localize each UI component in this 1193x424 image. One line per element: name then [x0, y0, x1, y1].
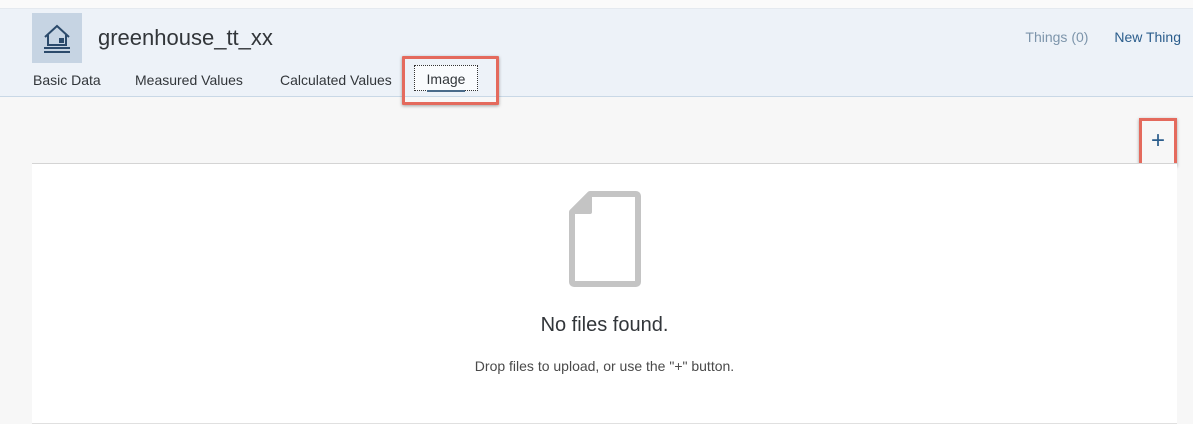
- empty-state-title: No files found.: [540, 314, 669, 336]
- add-file-button[interactable]: +: [1142, 121, 1174, 163]
- top-strip: [0, 0, 1193, 9]
- empty-state-hint: Drop files to upload, or use the "+" but…: [474, 358, 735, 374]
- upload-collection[interactable]: No files found. Drop files to upload, or…: [32, 163, 1177, 424]
- things-link[interactable]: Things (0): [1025, 29, 1088, 45]
- new-thing-link[interactable]: New Thing: [1114, 29, 1181, 45]
- page-title: greenhouse_tt_xx: [98, 25, 273, 50]
- document-icon: [568, 190, 642, 293]
- thing-house-icon: [32, 13, 82, 63]
- tab-basic-data[interactable]: Basic Data: [33, 72, 101, 88]
- tab-measured-values[interactable]: Measured Values: [135, 72, 243, 88]
- tab-image[interactable]: Image: [414, 65, 478, 92]
- object-header: greenhouse_tt_xx Things (0) New Thing Ba…: [0, 9, 1193, 97]
- tab-calculated-values[interactable]: Calculated Values: [280, 72, 392, 88]
- add-button-highlight: +: [1139, 118, 1177, 166]
- header-links: Things (0) New Thing: [1025, 29, 1181, 45]
